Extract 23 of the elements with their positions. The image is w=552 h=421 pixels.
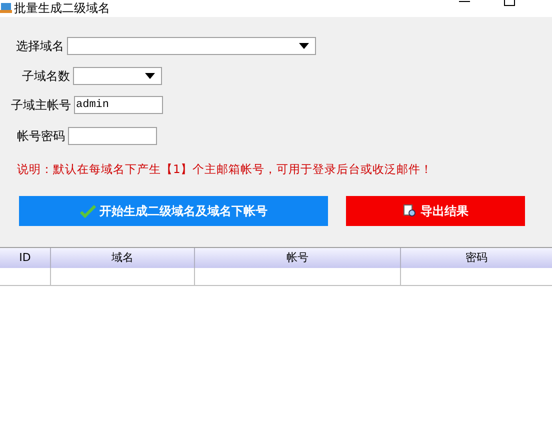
note-text: 说明：默认在每域名下产生【1】个主邮箱帐号，可用于登录后台或收泛邮件！ [17, 161, 434, 178]
field-label: 子域名数 [22, 68, 70, 85]
export-button[interactable]: 导出结果 [346, 196, 525, 226]
field-label: 子域主帐号 [11, 97, 71, 114]
field-label: 选择域名 [16, 38, 64, 55]
column-header[interactable]: 域名 [50, 248, 194, 268]
magnifier-document-icon [402, 204, 416, 218]
column-header[interactable]: 帐号 [194, 248, 400, 268]
dropdown-field[interactable] [67, 37, 316, 55]
caret-icon [145, 73, 155, 79]
window-title: 批量生成二级域名 [14, 1, 110, 15]
field-label: 帐号密码 [17, 128, 65, 145]
app-icon [0, 3, 12, 13]
input-field[interactable]: admin [74, 96, 163, 114]
minimize-icon[interactable] [459, 0, 470, 3]
dropdown-field[interactable] [73, 67, 162, 85]
caret-icon [299, 43, 309, 49]
maximize-icon[interactable] [504, 0, 515, 6]
column-header[interactable]: ID [0, 248, 50, 268]
checkmark-icon [80, 204, 96, 218]
generate-button[interactable]: 开始生成二级域名及域名下帐号 [19, 196, 328, 226]
input-field[interactable] [68, 127, 157, 145]
column-header[interactable]: 密码 [400, 248, 552, 268]
